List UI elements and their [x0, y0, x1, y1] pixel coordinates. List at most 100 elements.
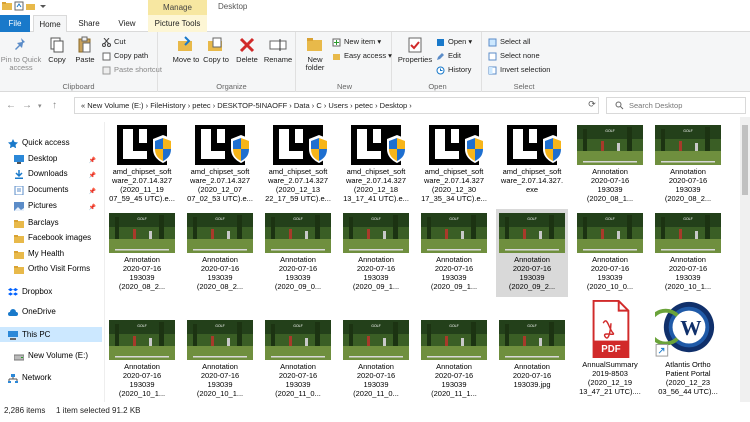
copy-to-button[interactable]: Copy to	[200, 36, 232, 64]
folder-icon	[2, 1, 12, 11]
nav-item[interactable]: Facebook images	[0, 230, 102, 245]
file-item[interactable]: amd_chipset_soft ware_2.07.14.327. exe	[496, 121, 568, 194]
svg-text:GOLF: GOLF	[215, 324, 225, 328]
file-name: Annotation 2020-07-16 193039 (2020_08_2.…	[664, 167, 712, 203]
file-item[interactable]: GOLF Annotation 2020-07-16 193039 (2020_0…	[262, 209, 334, 291]
search-input[interactable]: Search Desktop	[606, 97, 746, 114]
file-item[interactable]: GOLF Annotation 2020-07-16 193039 (2020_0…	[574, 121, 646, 203]
nav-item[interactable]: Desktop 📌	[0, 151, 102, 166]
select-none-button[interactable]: Select none	[488, 51, 540, 61]
nav-item[interactable]: Quick access	[0, 135, 102, 150]
nav-item[interactable]: My Health	[0, 246, 102, 261]
tab-home[interactable]: Home	[33, 15, 67, 32]
properties-icon[interactable]	[14, 1, 24, 11]
back-arrow-icon[interactable]: ←	[6, 100, 16, 111]
customize-qat-icon[interactable]	[38, 1, 48, 11]
paste-shortcut-button[interactable]: Paste shortcut	[102, 65, 162, 75]
file-item[interactable]: GOLF Annotation 2020-07-16 193039 (2020_0…	[496, 209, 568, 297]
nav-item[interactable]: Dropbox	[0, 284, 102, 299]
forward-arrow-icon[interactable]: →	[22, 100, 32, 111]
shortcut-icon: W	[655, 301, 715, 357]
photo-thumbnail: GOLF	[655, 213, 721, 253]
history-button[interactable]: History	[436, 65, 471, 75]
nav-item[interactable]: Ortho Visit Forms	[0, 261, 102, 276]
file-item[interactable]: GOLF Annotation 2020-07-16 193039 (2020_0…	[418, 209, 490, 291]
tab-picture-tools[interactable]: Picture Tools	[148, 15, 207, 32]
svg-text:GOLF: GOLF	[605, 217, 615, 221]
nav-item[interactable]: OneDrive	[0, 304, 102, 319]
delete-button[interactable]: Delete	[232, 36, 262, 64]
file-item[interactable]: GOLF Annotation 2020-07-16 193039 (2020_1…	[340, 316, 412, 398]
cut-button[interactable]: Cut	[102, 37, 126, 47]
tab-view[interactable]: View	[110, 15, 144, 32]
file-item[interactable]: GOLF Annotation 2020-07-16 193039 (2020_0…	[106, 209, 178, 291]
installer-icon	[273, 125, 329, 165]
svg-text:GOLF: GOLF	[449, 217, 459, 221]
file-item[interactable]: amd_chipset_soft ware_2.07.14.327 (2020_…	[106, 121, 178, 203]
tab-file[interactable]: File	[0, 15, 30, 32]
photo-thumbnail: GOLF	[577, 125, 643, 165]
copy-path-button[interactable]: Copy path	[102, 51, 148, 61]
nav-item-label: Ortho Visit Forms	[28, 264, 91, 273]
file-item[interactable]: GOLF Annotation 2020-07-16 193039 (2020_0…	[340, 209, 412, 291]
file-item[interactable]: GOLF Annotation 2020-07-16 193039 (2020_0…	[184, 209, 256, 291]
photo-thumbnail: GOLF	[499, 213, 565, 253]
new-item-button[interactable]: New item ▾	[332, 37, 381, 47]
svg-text:PDF: PDF	[601, 344, 620, 355]
file-name: Annotation 2020-07-16 193039 (2020_11_0.…	[275, 362, 321, 398]
select-all-button[interactable]: Select all	[488, 37, 530, 47]
tab-share[interactable]: Share	[72, 15, 106, 32]
file-name: amd_chipset_soft ware_2.07.14.327 (2020_…	[421, 167, 487, 203]
rename-button[interactable]: Rename	[262, 36, 294, 64]
group-label: Select	[513, 82, 535, 91]
file-item[interactable]: GOLF Annotation 2020-07-16 193039.jpg	[496, 316, 568, 389]
file-name: Annotation 2020-07-16 193039 (2020_10_1.…	[196, 362, 244, 398]
group-label: New	[336, 82, 352, 91]
select-none-icon	[488, 52, 497, 60]
nav-item[interactable]: This PC	[0, 327, 102, 342]
file-item[interactable]: GOLF Annotation 2020-07-16 193039 (2020_1…	[652, 209, 724, 291]
properties-button[interactable]: Properties	[396, 36, 434, 64]
scrollbar-thumb[interactable]	[742, 125, 748, 195]
open-button[interactable]: Open ▾	[436, 37, 472, 47]
file-item[interactable]: GOLF Annotation 2020-07-16 193039 (2020_1…	[184, 316, 256, 398]
nav-item[interactable]: Downloads 📌	[0, 166, 102, 181]
nav-item[interactable]: Network	[0, 370, 102, 385]
up-arrow-icon[interactable]: ↑	[52, 100, 57, 111]
nav-item[interactable]: Pictures 📌	[0, 198, 102, 213]
file-item[interactable]: amd_chipset_soft ware_2.07.14.327 (2020_…	[418, 121, 490, 203]
address-path[interactable]: « New Volume (E:) › FileHistory › petec …	[74, 97, 599, 114]
svg-text:GOLF: GOLF	[293, 217, 303, 221]
file-item[interactable]: GOLF Annotation 2020-07-16 193039 (2020_1…	[262, 316, 334, 398]
nav-item[interactable]: New Volume (E:)	[0, 348, 102, 363]
file-item[interactable]: amd_chipset_soft ware_2.07.14.327 (2020_…	[184, 121, 256, 203]
file-item[interactable]: GOLF Annotation 2020-07-16 193039 (2020_0…	[652, 121, 724, 203]
recent-locations-icon[interactable]: ▾	[38, 102, 42, 110]
nav-item[interactable]: Documents 📌	[0, 182, 102, 197]
new-folder-icon[interactable]	[26, 1, 36, 11]
manage-contextual-tab[interactable]: Manage	[148, 0, 207, 15]
svg-text:GOLF: GOLF	[371, 324, 381, 328]
paste-button[interactable]: Paste	[72, 36, 98, 64]
scissors-icon	[102, 37, 111, 47]
pin-to-quick-access-button[interactable]: Pin to Quick access	[0, 36, 42, 72]
documents-icon	[14, 185, 24, 196]
file-item[interactable]: W Atlantis Ortho Patient Portal (2020_12_…	[652, 296, 724, 396]
file-item[interactable]: GOLF Annotation 2020-07-16 193039 (2020_1…	[106, 316, 178, 398]
file-name: amd_chipset_soft ware_2.07.14.327. exe	[500, 167, 564, 194]
new-folder-button[interactable]: New folder	[300, 36, 330, 72]
file-item[interactable]: GOLF Annotation 2020-07-16 193039 (2020_1…	[418, 316, 490, 398]
file-name: Annotation 2020-07-16 193039 (2020_11_1.…	[431, 362, 477, 398]
nav-item[interactable]: Barclays	[0, 215, 102, 230]
move-to-button[interactable]: Move to	[170, 36, 202, 64]
file-item[interactable]: amd_chipset_soft ware_2.07.14.327 (2020_…	[262, 121, 334, 203]
easy-access-button[interactable]: Easy access ▾	[332, 51, 392, 61]
copy-button[interactable]: Copy	[44, 36, 70, 64]
file-item[interactable]: PDF AnnualSummary 2019-8503 (2020_12_19 1…	[574, 296, 646, 396]
invert-selection-button[interactable]: Invert selection	[488, 65, 550, 75]
edit-button[interactable]: Edit	[436, 51, 461, 61]
copy-icon	[50, 37, 64, 53]
refresh-icon[interactable]: ⟳	[585, 97, 599, 114]
file-item[interactable]: GOLF Annotation 2020-07-16 193039 (2020_1…	[574, 209, 646, 291]
file-item[interactable]: amd_chipset_soft ware_2.07.14.327 (2020_…	[340, 121, 412, 203]
